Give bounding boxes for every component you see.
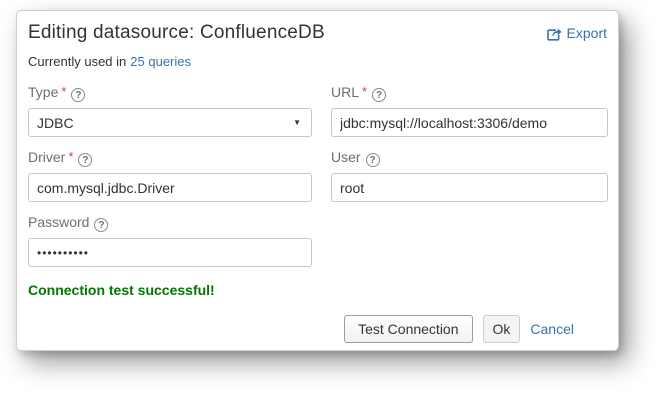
type-select-value: JDBC <box>37 115 74 131</box>
cancel-link[interactable]: Cancel <box>530 321 574 337</box>
form-grid: Type*? JDBC ▼ URL*? Driver*? User? Passw… <box>28 84 607 267</box>
password-field: Password? <box>28 214 312 267</box>
user-field: User? <box>331 149 608 202</box>
url-label-text: URL <box>331 84 359 100</box>
edit-datasource-dialog: Editing datasource: ConfluenceDB Export … <box>16 10 619 351</box>
url-label: URL*? <box>331 84 608 102</box>
required-asterisk: * <box>68 149 73 164</box>
url-field: URL*? <box>331 84 608 137</box>
type-field: Type*? JDBC ▼ <box>28 84 312 137</box>
usage-line: Currently used in 25 queries <box>28 54 607 69</box>
queries-link[interactable]: 25 queries <box>130 54 191 69</box>
driver-label: Driver*? <box>28 149 312 167</box>
type-label: Type*? <box>28 84 312 102</box>
help-icon[interactable]: ? <box>366 153 380 167</box>
type-label-text: Type <box>28 84 58 100</box>
driver-field: Driver*? <box>28 149 312 202</box>
driver-input[interactable] <box>28 173 312 202</box>
help-icon[interactable]: ? <box>78 153 92 167</box>
help-icon[interactable]: ? <box>71 88 85 102</box>
dialog-header: Editing datasource: ConfluenceDB Export <box>28 22 607 44</box>
required-asterisk: * <box>362 84 367 99</box>
required-asterisk: * <box>61 84 66 99</box>
help-icon[interactable]: ? <box>94 218 108 232</box>
user-label-text: User <box>331 149 361 165</box>
test-connection-button[interactable]: Test Connection <box>344 315 472 343</box>
driver-label-text: Driver <box>28 149 65 165</box>
user-input[interactable] <box>331 173 608 202</box>
usage-text: Currently used in <box>28 54 126 69</box>
type-select[interactable]: JDBC ▼ <box>28 108 312 137</box>
page-title: Editing datasource: ConfluenceDB <box>28 22 325 44</box>
password-label-text: Password <box>28 214 89 230</box>
password-input[interactable] <box>28 238 312 267</box>
caret-down-icon: ▼ <box>293 118 301 127</box>
export-icon <box>546 26 562 41</box>
url-input[interactable] <box>331 108 608 137</box>
help-icon[interactable]: ? <box>372 88 386 102</box>
user-label: User? <box>331 149 608 167</box>
password-label: Password? <box>28 214 312 232</box>
export-label: Export <box>567 25 607 41</box>
ok-button[interactable]: Ok <box>483 315 521 343</box>
export-link[interactable]: Export <box>546 25 607 41</box>
connection-status: Connection test successful! <box>28 282 607 298</box>
dialog-footer: Test Connection Ok Cancel <box>28 315 607 343</box>
